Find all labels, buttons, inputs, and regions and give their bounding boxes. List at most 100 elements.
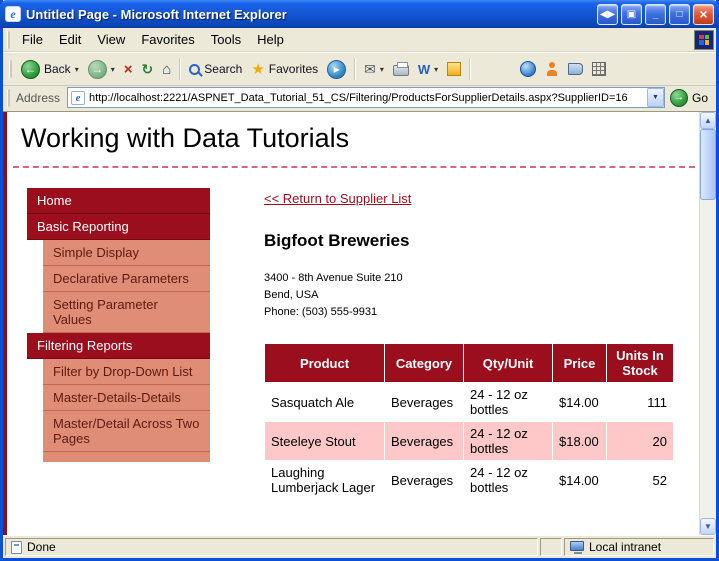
supplier-address-block: 3400 - 8th Avenue Suite 210 Bend, USA Ph…	[264, 270, 674, 321]
status-page-icon	[11, 541, 22, 554]
supplier-address-line1: 3400 - 8th Avenue Suite 210	[264, 270, 674, 287]
minimize-button[interactable]: _	[645, 4, 666, 25]
sidebar-item-filtering-reports[interactable]: Filtering Reports	[27, 333, 210, 359]
home-icon: ⌂	[162, 62, 171, 77]
cell-product: Laughing Lumberjack Lager	[265, 461, 384, 499]
stop-button[interactable]: ×	[120, 59, 137, 80]
cell-category: Beverages	[385, 383, 463, 421]
menu-file[interactable]: File	[14, 28, 51, 51]
refresh-button[interactable]: ↻	[137, 59, 157, 79]
research-button[interactable]	[564, 60, 587, 78]
sidebar-item-filter-by-dropdown-list[interactable]: Filter by Drop-Down List	[43, 359, 210, 385]
scroll-down-button[interactable]: ▼	[700, 518, 716, 535]
globe-icon	[520, 61, 536, 77]
scrollbar-thumb[interactable]	[700, 129, 716, 200]
scroll-up-button[interactable]: ▲	[700, 112, 716, 129]
menu-favorites[interactable]: Favorites	[133, 28, 202, 51]
close-button[interactable]: ×	[693, 4, 714, 25]
cell-qty-unit: 24 - 12 oz bottles	[464, 422, 552, 460]
cell-category: Beverages	[385, 461, 463, 499]
menu-view[interactable]: View	[89, 28, 133, 51]
address-url-text[interactable]: http://localhost:2221/ASPNET_Data_Tutori…	[89, 92, 643, 104]
forward-button[interactable]: → ▾	[84, 57, 119, 82]
table-row: Steeleye Stout Beverages 24 - 12 oz bott…	[265, 422, 673, 460]
titlebar[interactable]: e Untitled Page - Microsoft Internet Exp…	[0, 0, 719, 28]
menubar-grip[interactable]	[7, 31, 10, 49]
favorites-label: Favorites	[269, 62, 318, 76]
address-dropdown-button[interactable]: ▼	[647, 88, 664, 107]
stop-icon: ×	[124, 62, 133, 77]
print-button[interactable]	[389, 59, 413, 79]
forward-dropdown-icon[interactable]: ▾	[111, 65, 115, 74]
media-button[interactable]: ▸	[323, 57, 350, 82]
edit-button[interactable]: W ▾	[414, 60, 442, 79]
toolbar-separator	[179, 58, 181, 80]
cell-qty-unit: 24 - 12 oz bottles	[464, 461, 552, 499]
refresh-icon: ↻	[141, 62, 153, 76]
sidebar-item-basic-reporting[interactable]: Basic Reporting	[27, 214, 210, 240]
titlebar-screen-button[interactable]: ▣	[621, 4, 642, 25]
flag-quadrant	[699, 40, 704, 45]
address-input[interactable]: e http://localhost:2221/ASPNET_Data_Tuto…	[67, 87, 665, 108]
go-button[interactable]: → Go	[665, 89, 713, 107]
sidebar-item-simple-display[interactable]: Simple Display	[43, 240, 210, 266]
back-button[interactable]: ← Back ▾	[17, 57, 83, 82]
favorites-button[interactable]: ★ Favorites	[247, 59, 322, 80]
go-arrow-glyph: →	[673, 92, 684, 103]
menu-bar: File Edit View Favorites Tools Help	[3, 28, 716, 52]
sidebar-item-master-detail-across-two-pages[interactable]: Master/Detail Across Two Pages	[43, 411, 210, 452]
back-dropdown-icon[interactable]: ▾	[75, 65, 79, 74]
table-row: Sasquatch Ale Beverages 24 - 12 oz bottl…	[265, 383, 673, 421]
menu-edit[interactable]: Edit	[51, 28, 89, 51]
local-intranet-icon	[570, 541, 584, 551]
menu-tools[interactable]: Tools	[203, 28, 249, 51]
status-progress-panel	[540, 538, 562, 556]
address-label: Address	[14, 91, 67, 105]
menu-help[interactable]: Help	[249, 28, 292, 51]
cell-units-in-stock: 20	[607, 422, 673, 460]
research-book-icon	[568, 63, 583, 75]
sidebar-item-declarative-parameters[interactable]: Declarative Parameters	[43, 266, 210, 292]
mail-dropdown-icon[interactable]: ▾	[380, 65, 384, 74]
discuss-button[interactable]	[443, 59, 465, 79]
toolbar-grip[interactable]	[9, 60, 12, 78]
search-button[interactable]: Search	[185, 59, 246, 79]
flag-quadrant	[705, 35, 710, 40]
browser-viewport: Working with Data Tutorials Home Basic R…	[3, 112, 716, 535]
messenger-person-icon	[545, 62, 559, 76]
messenger-globe-button[interactable]	[516, 58, 540, 80]
sidebar-menu: Home Basic Reporting Simple Display Decl…	[27, 188, 210, 500]
maximize-button[interactable]: □	[669, 4, 690, 25]
web-page: Working with Data Tutorials Home Basic R…	[7, 112, 699, 535]
titlebar-nav-arrows-button[interactable]: ◀▶	[597, 4, 618, 25]
security-zone-panel: Local intranet	[564, 538, 714, 556]
discuss-note-icon	[447, 62, 461, 76]
return-to-supplier-list-link[interactable]: << Return to Supplier List	[264, 191, 411, 206]
media-icon: ▸	[327, 60, 346, 79]
cell-price: $14.00	[553, 461, 606, 499]
status-bar: Done Local intranet	[3, 535, 716, 558]
browser-window: e Untitled Page - Microsoft Internet Exp…	[0, 0, 719, 561]
addressbar-grip[interactable]	[7, 89, 10, 107]
vertical-scrollbar[interactable]: ▲ ▼	[699, 112, 716, 535]
sidebar-item-partial[interactable]	[43, 452, 210, 462]
windows-logo-throbber	[694, 30, 714, 50]
edit-dropdown-icon[interactable]: ▾	[434, 65, 438, 74]
sidebar-item-setting-parameter-values[interactable]: Setting Parameter Values	[43, 292, 210, 333]
messenger-button[interactable]	[541, 59, 563, 79]
table-row: Laughing Lumberjack Lager Beverages 24 -…	[265, 461, 673, 499]
table-header-row: Product Category Qty/Unit Price Units In…	[265, 344, 673, 382]
page-body: Home Basic Reporting Simple Display Decl…	[13, 168, 699, 500]
address-bar: Address e http://localhost:2221/ASPNET_D…	[3, 86, 716, 112]
grid-tool-button[interactable]	[588, 59, 610, 79]
cell-product: Sasquatch Ale	[265, 383, 384, 421]
sidebar-item-master-details-details[interactable]: Master-Details-Details	[43, 385, 210, 411]
mail-button[interactable]: ✉ ▾	[360, 59, 388, 79]
cell-units-in-stock: 52	[607, 461, 673, 499]
scrollbar-track[interactable]	[700, 129, 716, 518]
status-text: Done	[27, 540, 56, 554]
standard-toolbar: ← Back ▾ → ▾ × ↻ ⌂ Search ★ Favorites ▸	[3, 52, 716, 86]
home-button[interactable]: ⌂	[158, 59, 175, 80]
back-label: Back	[44, 62, 71, 76]
sidebar-item-home[interactable]: Home	[27, 188, 210, 214]
